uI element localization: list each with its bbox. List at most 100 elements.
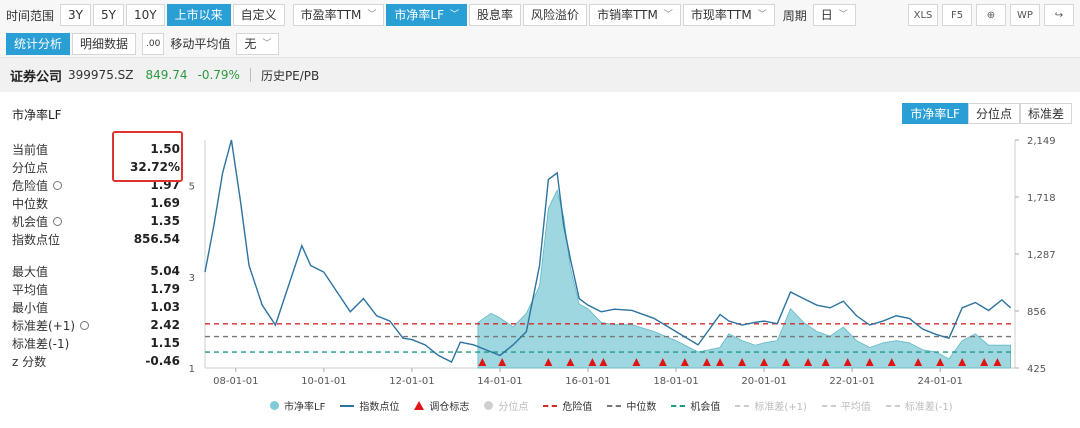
y-right-tick-label: 2,149 (1027, 136, 1056, 147)
range-button-1[interactable]: 5Y (93, 4, 124, 26)
legend-dash-icon (543, 405, 557, 407)
valuation-chart: 5312,1491,7181,28785642508-01-0110-01-01… (0, 128, 1080, 428)
legend-dash-icon (822, 405, 836, 407)
legend-label: 调仓标志 (429, 398, 469, 413)
legend-item[interactable]: 标准差(+1) (735, 398, 807, 413)
history-pe-pb-link[interactable]: 历史PE/PB (261, 67, 319, 84)
chart-tab-0[interactable]: 市净率LF (902, 103, 968, 124)
stock-change: -0.79% (197, 68, 239, 82)
metric-label: 市净率LF (394, 5, 444, 25)
x-tick-label: 22-01-01 (829, 376, 874, 387)
legend-label: 中位数 (626, 398, 656, 413)
range-label: 时间范围 (6, 7, 54, 24)
legend-item[interactable]: 指数点位 (340, 398, 399, 413)
stock-header: 证券公司 399975.SZ 849.74 -0.79% 历史PE/PB (0, 57, 1080, 92)
metric-label: 市盈率TTM (301, 5, 362, 25)
legend-dash-icon (607, 405, 621, 407)
x-tick-label: 10-01-01 (301, 376, 346, 387)
x-tick-label: 16-01-01 (565, 376, 610, 387)
period-value: 日 (821, 5, 833, 25)
chevron-down-icon: ﹀ (664, 5, 673, 25)
legend-dot-icon (270, 401, 279, 410)
range-button-4[interactable]: 自定义 (233, 4, 285, 26)
metric-button-1[interactable]: 市净率LF ﹀ (386, 4, 467, 26)
legend-item[interactable]: 调仓标志 (414, 398, 469, 413)
legend-item[interactable]: 机会值 (671, 398, 720, 413)
pb-area (478, 190, 1011, 368)
metric-label: 市销率TTM (597, 5, 658, 25)
f5-button[interactable]: F5 (942, 4, 972, 26)
period-label: 周期 (783, 7, 807, 24)
legend-line-icon (340, 405, 354, 407)
chevron-down-icon: ﹀ (839, 5, 848, 25)
chart-mode-tabs: 市净率LF分位点标准差 (902, 103, 1072, 124)
view-tab-0[interactable]: 统计分析 (6, 33, 70, 55)
decimal-icon: .00 (146, 34, 160, 54)
legend-label: 分位点 (498, 398, 528, 413)
chevron-down-icon: ﹀ (450, 5, 459, 25)
legend-item[interactable]: 平均值 (822, 398, 871, 413)
x-tick-label: 12-01-01 (389, 376, 434, 387)
legend-item[interactable]: 标准差(-1) (886, 398, 953, 413)
chart-legend: 市净率LF 指数点位 调仓标志 分位点 危险值 中位数 机会值 标准差(+1) 平均值 标准差(-… (270, 398, 968, 413)
legend-label: 机会值 (690, 398, 720, 413)
metric-button-3[interactable]: 风险溢价 (523, 4, 587, 26)
x-tick-label: 14-01-01 (477, 376, 522, 387)
legend-dot-icon (484, 401, 493, 410)
stock-name: 证券公司 (10, 66, 62, 85)
legend-label: 市净率LF (284, 398, 325, 413)
export-excel-icon[interactable]: XLS (908, 4, 938, 26)
toolbar-secondary: 统计分析明细数据 .00 移动平均值 无﹀ (0, 30, 1080, 57)
y-left-tick-label: 5 (189, 182, 195, 193)
y-right-tick-label: 425 (1027, 364, 1046, 375)
legend-dash-icon (886, 405, 900, 407)
range-button-0[interactable]: 3Y (60, 4, 91, 26)
y-left-tick-label: 1 (189, 364, 195, 375)
metric-label: 股息率 (477, 5, 513, 25)
period-dropdown[interactable]: 日﹀ (813, 4, 856, 26)
toolbar-primary: 时间范围 3Y5Y10Y上市以来自定义 市盈率TTM﹀市净率LF﹀股息率风险溢价… (0, 0, 1080, 30)
legend-item[interactable]: 危险值 (543, 398, 592, 413)
y-right-tick-label: 856 (1027, 307, 1046, 318)
legend-item[interactable]: 中位数 (607, 398, 656, 413)
view-tab-1[interactable]: 明细数据 (72, 33, 136, 55)
export-word-icon[interactable]: WP (1010, 4, 1040, 26)
x-tick-label: 18-01-01 (653, 376, 698, 387)
legend-triangle-icon (414, 401, 424, 410)
legend-dash-icon (671, 405, 685, 407)
share-icon[interactable]: ↪ (1044, 4, 1074, 26)
ma-label: 移动平均值 (170, 35, 230, 52)
range-button-2[interactable]: 10Y (126, 4, 165, 26)
metric-button-0[interactable]: 市盈率TTM﹀ (293, 4, 385, 26)
metric-button-4[interactable]: 市销率TTM ﹀ (589, 4, 681, 26)
decimal-icon-button[interactable]: .00 (142, 33, 164, 55)
chevron-down-icon: ﹀ (262, 34, 271, 54)
chart-tab-1[interactable]: 分位点 (968, 103, 1020, 124)
legend-item[interactable]: 市净率LF (270, 398, 325, 413)
metric-buttons: 市盈率TTM﹀市净率LF﹀股息率风险溢价市销率TTM﹀市现率TTM﹀ (293, 4, 777, 26)
ma-dropdown[interactable]: 无﹀ (236, 33, 279, 55)
x-tick-label: 24-01-01 (917, 376, 962, 387)
stock-code: 399975.SZ (68, 68, 133, 82)
legend-label: 标准差(-1) (905, 398, 953, 413)
legend-item[interactable]: 分位点 (484, 398, 528, 413)
legend-label: 标准差(+1) (754, 398, 807, 413)
legend-dash-icon (735, 405, 749, 407)
add-icon[interactable]: ⊕ (976, 4, 1006, 26)
stock-price: 849.74 (145, 68, 187, 82)
x-tick-label: 08-01-01 (213, 376, 258, 387)
metric-button-5[interactable]: 市现率TTM﹀ (683, 4, 775, 26)
range-button-3[interactable]: 上市以来 (167, 4, 231, 26)
ma-value: 无 (244, 34, 256, 54)
chart-tab-2[interactable]: 标准差 (1020, 103, 1072, 124)
chevron-down-icon: ﹀ (367, 5, 376, 25)
y-right-tick-label: 1,718 (1027, 193, 1056, 204)
analysis-panel: 市净率LF 市净率LF分位点标准差 当前值1.50分位点32.72%危险值1.9… (0, 92, 1080, 427)
legend-label: 指数点位 (359, 398, 399, 413)
view-tabs: 统计分析明细数据 (6, 33, 138, 55)
y-right-tick-label: 1,287 (1027, 250, 1056, 261)
metric-label: 市现率TTM (691, 5, 752, 25)
range-buttons: 3Y5Y10Y上市以来自定义 (60, 4, 287, 26)
metric-button-2[interactable]: 股息率 (469, 4, 521, 26)
legend-label: 危险值 (562, 398, 592, 413)
